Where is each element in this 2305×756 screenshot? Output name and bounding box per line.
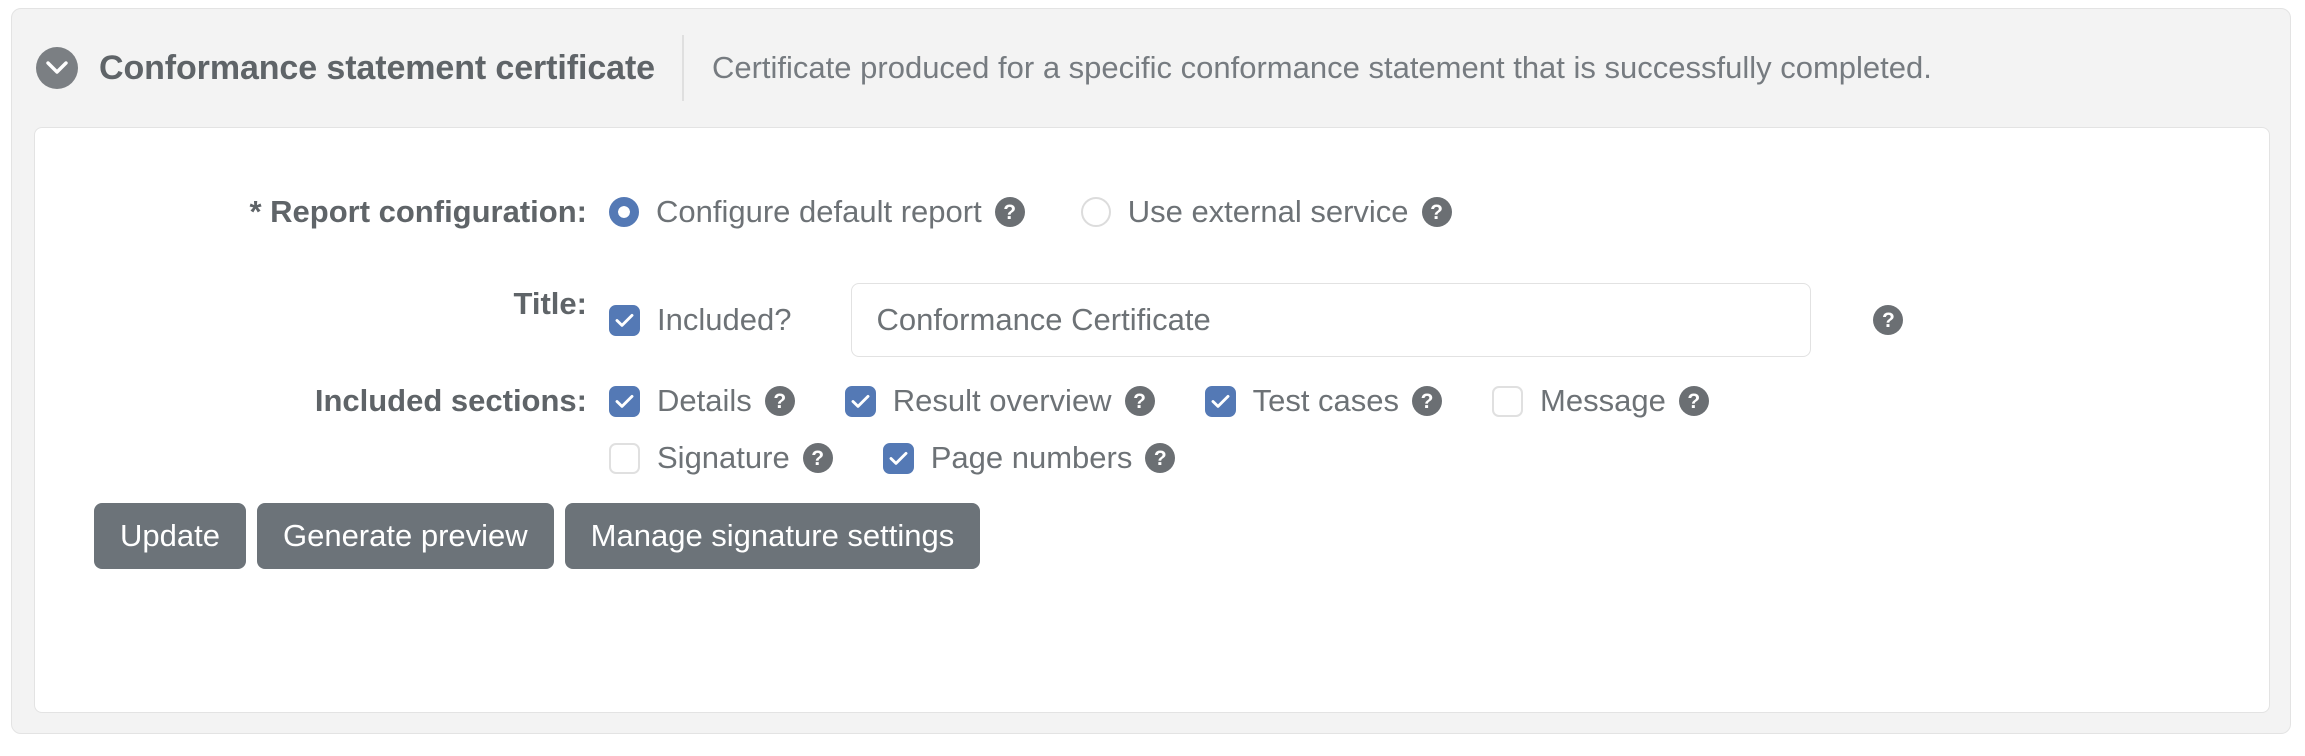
checkbox-option-page-numbers[interactable]: Page numbers ? [882,437,1176,479]
checkbox-option-test-cases[interactable]: Test cases ? [1204,380,1443,422]
title-included-option[interactable]: Included? [609,299,791,341]
help-icon-page-numbers[interactable]: ? [1145,443,1176,473]
checkbox-label-page-numbers: Page numbers [930,440,1133,475]
checkbox-label-result-overview: Result overview [892,383,1112,418]
checkbox-test-cases[interactable] [1204,385,1236,417]
help-icon-configure-default-report[interactable]: ? [994,197,1025,227]
help-icon-use-external-service[interactable]: ? [1421,197,1452,227]
radio-configure-default-report[interactable] [609,197,639,227]
radio-label-use-external-service: Use external service [1127,194,1409,229]
help-icon-signature[interactable]: ? [802,443,833,473]
checkbox-label-title-included: Included? [657,302,792,337]
help-icon-message[interactable]: ? [1678,386,1709,416]
radio-use-external-service[interactable] [1080,197,1111,227]
panel-header: Conformance statement certificate Certif… [12,9,2290,127]
title-controls: Included? ? [609,283,1904,357]
included-sections-controls: Details ? Result overview ? Test cases ?… [609,380,1709,479]
generate-preview-button[interactable]: Generate preview [256,503,554,569]
included-sections-label: Included sections: [314,383,587,418]
checkbox-option-message[interactable]: Message ? [1492,380,1709,422]
checkbox-details[interactable] [609,385,640,417]
report-configuration-label: * Report configuration: [249,194,587,229]
chevron-down-icon[interactable] [36,47,78,89]
checkbox-label-test-cases: Test cases [1252,383,1400,418]
radio-option-configure-default-report[interactable]: Configure default report ? [609,191,1025,233]
title-row: Title: Included? ? [35,283,2269,357]
checkbox-signature[interactable] [609,442,640,474]
report-configuration-row: * Report configuration: Configure defaul… [35,191,2269,233]
checkbox-option-signature[interactable]: Signature ? [609,437,833,479]
included-sections-line-1: Details ? Result overview ? Test cases ?… [609,380,1709,422]
checkbox-label-details: Details [657,383,752,418]
header-divider [681,35,684,101]
radio-label-configure-default-report: Configure default report [656,194,982,229]
help-icon-title[interactable]: ? [1873,305,1904,335]
manage-signature-settings-button[interactable]: Manage signature settings [564,503,981,569]
button-row: Update Generate preview Manage signature… [94,503,981,569]
help-icon-test-cases[interactable]: ? [1412,386,1443,416]
included-sections-row: Included sections: Details ? Result over… [35,380,2269,479]
help-icon-details[interactable]: ? [764,386,795,416]
checkbox-label-signature: Signature [657,440,790,475]
panel-body: * Report configuration: Configure defaul… [34,127,2270,713]
checkbox-label-message: Message [1540,383,1666,418]
panel-description: Certificate produced for a specific conf… [711,50,1932,85]
checkbox-title-included[interactable] [609,304,640,336]
checkbox-option-result-overview[interactable]: Result overview ? [844,380,1155,422]
page-title: Conformance statement certificate [99,48,655,87]
checkbox-option-details[interactable]: Details ? [609,380,795,422]
report-configuration-options: Configure default report ? Use external … [609,191,1452,233]
radio-option-use-external-service[interactable]: Use external service ? [1080,191,1452,233]
checkbox-page-numbers[interactable] [882,442,914,474]
help-icon-result-overview[interactable]: ? [1124,386,1155,416]
title-label: Title: [513,286,588,321]
title-input[interactable] [851,283,1812,357]
checkbox-message[interactable] [1492,385,1524,417]
certificate-settings-panel: Conformance statement certificate Certif… [11,8,2291,734]
update-button[interactable]: Update [94,503,246,569]
included-sections-line-2: Signature ? Page numbers ? [609,437,1709,479]
checkbox-result-overview[interactable] [844,385,876,417]
